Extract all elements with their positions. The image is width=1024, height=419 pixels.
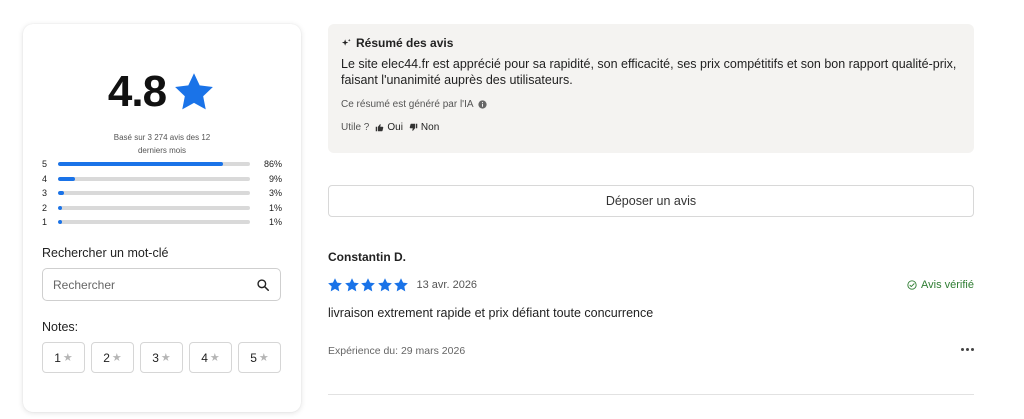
vote-yes-button[interactable]: Oui <box>375 122 403 133</box>
distribution-row[interactable]: 2 1% <box>42 201 282 216</box>
distribution-bar <box>58 220 250 225</box>
note-filter-1-button[interactable]: 1 ★ <box>42 342 85 373</box>
divider <box>328 394 974 395</box>
search-box[interactable] <box>42 268 281 301</box>
sparkle-icon <box>341 38 351 46</box>
note-filter-3-button[interactable]: 3 ★ <box>140 342 183 373</box>
review-author: Constantin D. <box>328 250 406 264</box>
distribution-row[interactable]: 1 1% <box>42 215 282 230</box>
useful-feedback: Utile ? Oui Non <box>341 122 440 133</box>
review-rating: 13 avr. 2026 <box>327 277 477 293</box>
verified-badge: Avis vérifié <box>907 279 974 291</box>
note-filter-4-button[interactable]: 4 ★ <box>189 342 232 373</box>
search-icon[interactable] <box>256 278 270 292</box>
star-icon <box>175 73 213 110</box>
note-filter-5-button[interactable]: 5 ★ <box>238 342 281 373</box>
distribution-fill <box>58 220 62 225</box>
notes-filter: 1 ★ 2 ★ 3 ★ 4 ★ 5 ★ <box>42 342 281 373</box>
star-icon: ★ <box>160 352 171 364</box>
vote-no-button[interactable]: Non <box>409 122 439 133</box>
review-count-text: Basé sur 3 274 avis des 12 derniers mois <box>113 133 211 155</box>
review-experience-date: Expérience du: 29 mars 2026 <box>328 345 466 357</box>
star-icon <box>361 278 375 292</box>
distribution-fill <box>58 205 62 210</box>
star-icon: ★ <box>62 352 73 364</box>
distribution-label: 2 <box>42 202 48 213</box>
distribution-bar <box>58 176 250 181</box>
distribution-label: 1 <box>42 217 48 228</box>
summary-text: Le site elec44.fr est apprécié pour sa r… <box>341 57 957 87</box>
distribution-percent: 9% <box>268 173 282 184</box>
distribution-bar <box>58 162 250 167</box>
notes-title: Notes: <box>42 320 79 334</box>
star-icon <box>344 278 359 292</box>
distribution-fill <box>58 176 76 181</box>
distribution-row[interactable]: 5 86% <box>42 157 282 172</box>
rating-card: 4.8 Basé sur 3 274 avis des 12 derniers … <box>23 24 301 412</box>
check-circle-icon <box>907 280 917 290</box>
distribution-label: 4 <box>42 173 48 184</box>
ai-summary-panel: Résumé des avis Le site elec44.fr est ap… <box>328 24 974 153</box>
distribution-fill <box>58 191 64 196</box>
distribution-bar <box>58 205 250 210</box>
distribution-label: 5 <box>42 159 48 170</box>
star-icon: ★ <box>209 352 220 364</box>
distribution-percent: 86% <box>263 159 282 170</box>
info-icon[interactable] <box>477 100 487 109</box>
distribution-label: 3 <box>42 188 48 199</box>
review-text: livraison extrement rapide et prix défia… <box>328 306 654 320</box>
star-icon: ★ <box>111 352 122 364</box>
distribution-percent: 1% <box>268 217 282 228</box>
note-filter-2-button[interactable]: 2 ★ <box>91 342 134 373</box>
star-icon <box>328 278 342 292</box>
keyword-search-title: Rechercher un mot-clé <box>42 246 169 260</box>
distribution-bar <box>58 191 250 196</box>
star-icon <box>394 278 408 292</box>
average-score: 4.8 <box>107 67 167 116</box>
star-icon <box>377 278 392 292</box>
write-review-button[interactable]: Déposer un avis <box>328 185 974 217</box>
distribution-row[interactable]: 3 3% <box>42 186 282 201</box>
more-options-icon[interactable] <box>961 348 974 351</box>
distribution-row[interactable]: 4 9% <box>42 172 282 187</box>
star-icon: ★ <box>258 352 269 364</box>
thumbs-down-icon <box>409 123 418 131</box>
summary-title: Résumé des avis <box>341 36 961 50</box>
ai-note: Ce résumé est généré par l'IA <box>341 99 961 110</box>
distribution-percent: 1% <box>268 202 282 213</box>
distribution-percent: 3% <box>268 188 282 199</box>
rating-distribution: 5 86% 4 9% 3 3% 2 1% 1 1% <box>42 157 282 230</box>
review-date: 13 avr. 2026 <box>416 279 478 291</box>
distribution-fill <box>58 162 224 167</box>
search-input[interactable] <box>53 277 256 292</box>
thumbs-up-icon <box>376 124 384 132</box>
score-row: 4.8 <box>23 70 301 114</box>
